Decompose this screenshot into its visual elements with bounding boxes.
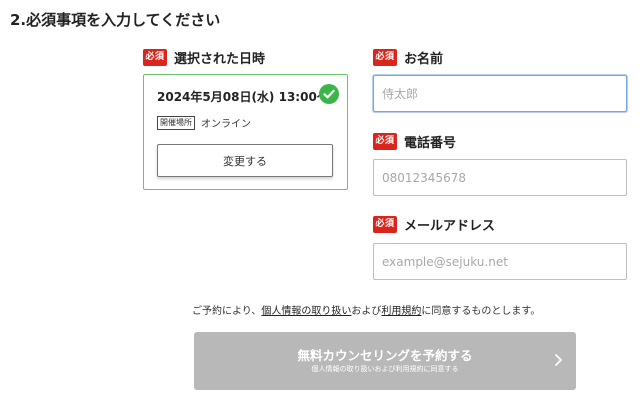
venue-value: オンライン [201,119,251,130]
chevron-right-icon [552,350,566,370]
required-badge: 必須 [373,216,397,233]
name-label: お名前 [404,52,444,67]
check-icon [323,89,335,99]
selected-datetime-value: 2024年5月08日(水) 13:00〜 [157,90,329,104]
agreement-prefix: ご予約により、 [192,306,262,317]
submit-main-label: 無料カウンセリングを予約する [297,348,473,363]
privacy-link[interactable]: 個人情報の取り扱い [261,306,351,317]
required-badge: 必須 [373,49,397,66]
email-header: 必須 メールアドレス [373,215,495,234]
name-header: 必須 お名前 [373,48,443,67]
email-label: メールアドレス [404,219,496,234]
name-input[interactable] [373,75,627,112]
phone-input[interactable] [373,159,627,196]
selected-datetime-label: 選択された日時 [174,52,266,67]
email-input[interactable] [373,243,627,280]
selected-datetime-header: 必須 選択された日時 [143,48,265,67]
venue-tag: 開催場所 [157,116,195,130]
change-datetime-button[interactable]: 変更する [157,144,333,177]
phone-header: 必須 電話番号 [373,132,456,151]
agreement-text: ご予約により、個人情報の取り扱いおよび利用規約に同意するものとします。 [192,302,540,317]
required-badge: 必須 [373,133,397,150]
submit-button[interactable]: 無料カウンセリングを予約する 個人情報の取り扱いおよび利用規約に同意する [194,332,576,390]
check-circle-icon [319,84,339,104]
section-title: 2.必須事項を入力してください [10,11,221,29]
submit-sub-label: 個人情報の取り扱いおよび利用規約に同意する [311,365,459,373]
agreement-suffix: に同意するものとします。 [421,306,541,317]
phone-label: 電話番号 [404,136,457,151]
required-badge: 必須 [143,49,167,66]
terms-link[interactable]: 利用規約 [381,306,421,317]
agreement-middle: および [351,306,382,317]
